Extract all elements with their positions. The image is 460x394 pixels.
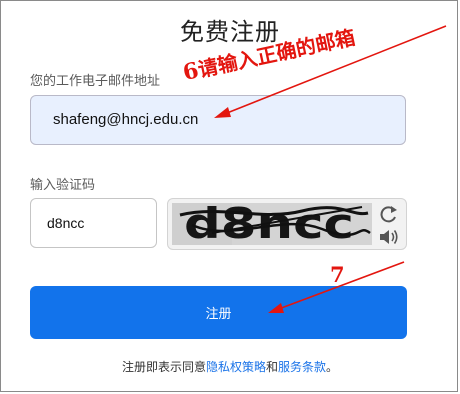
terms-suffix: 。	[326, 360, 339, 374]
terms-notice: 注册即表示同意隐私权策略和服务条款。	[0, 358, 460, 375]
terms-of-service-link[interactable]: 服务条款	[278, 360, 326, 374]
register-button[interactable]: 注册	[30, 286, 407, 339]
page-title: 免费注册	[180, 19, 280, 46]
refresh-icon[interactable]	[378, 204, 400, 224]
email-field[interactable]: shafeng@hncj.edu.cn	[30, 95, 406, 145]
privacy-policy-link[interactable]: 隐私权策略	[206, 360, 266, 374]
captcha-tools	[378, 203, 400, 247]
verification-code-input[interactable]: d8ncc	[30, 198, 157, 248]
captcha-image[interactable]: d8ncc	[172, 203, 372, 245]
step7-number: 7	[330, 262, 345, 287]
verification-code-label: 输入验证码	[30, 177, 96, 192]
terms-prefix: 注册即表示同意	[121, 360, 206, 374]
terms-conjunction: 和	[265, 360, 278, 374]
email-label: 您的工作电子邮件地址	[30, 73, 161, 88]
captcha-box: d8ncc	[167, 198, 407, 250]
speaker-icon[interactable]	[378, 227, 400, 247]
